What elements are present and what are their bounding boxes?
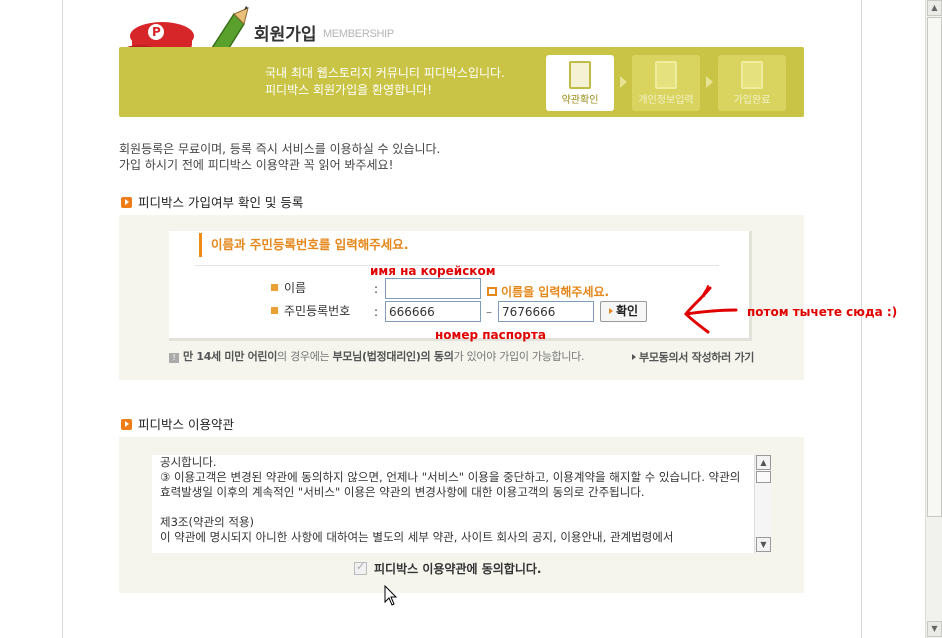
id-separator: – [486, 305, 492, 319]
notice-bold: 부모님(법정대리인)의 동의 [332, 350, 454, 363]
hint-icon [487, 287, 497, 296]
agree-terms-label: 피디박스 이용약관에 동의합니다. [374, 562, 542, 576]
name-hint: 이름을 입력해주세요. [487, 283, 609, 300]
step-label: 가입완료 [733, 95, 771, 106]
registration-section-label: 피디박스 가입여부 확인 및 등록 [138, 195, 304, 210]
page-title: 회원가입 [254, 25, 317, 44]
scroll-up-icon[interactable]: ▲ [927, 0, 942, 16]
page-subtitle: MEMBERSHIP [323, 28, 394, 40]
step-label: 약관확인 [561, 95, 599, 106]
name-label: 이름 [271, 279, 306, 296]
checkbox-icon[interactable] [354, 560, 367, 575]
page-frame-left [62, 0, 63, 638]
step-personal-info: 개인정보입력 [632, 55, 700, 111]
terms-textarea[interactable]: 공시합니다. ③ 이용고객은 변경된 약관에 동의하지 않으면, 언제나 "서비… [152, 455, 771, 553]
edit-document-icon [655, 61, 677, 89]
age-notice: ! 만 14세 미만 어린이의 경우에는 부모님(법정대리인)의 동의가 있어야 … [169, 348, 585, 364]
id-number-part2-input[interactable] [498, 301, 594, 322]
confirm-button-label: 확인 [615, 304, 639, 318]
terms-paragraph: 이 약관에 명시되지 아니한 사항에 대하여는 별도의 세부 약관, 사이트 회… [160, 530, 674, 544]
id-number-label: 주민등록번호 [271, 302, 350, 319]
notice-suffix: 가 있어야 가입이 가능합니다. [453, 350, 585, 363]
scrollbar-thumb[interactable] [927, 17, 942, 517]
parent-consent-link-label: 부모동의서 작성하러 가기 [639, 351, 755, 364]
confirm-button[interactable]: 확인 [600, 301, 647, 322]
registration-section-title: 피디박스 가입여부 확인 및 등록 [121, 192, 303, 211]
id-number-part1-input[interactable] [385, 301, 481, 322]
terms-section-label: 피디박스 이용약관 [138, 417, 234, 432]
step-complete: 가입완료 [718, 55, 786, 111]
browser-scrollbar[interactable]: ▲ ▼ [925, 0, 942, 638]
arrow-right-icon [608, 308, 613, 314]
id-colon: : [374, 305, 379, 319]
annotation-name-note: имя на корейском [370, 264, 496, 278]
document-icon [569, 61, 591, 89]
terms-paragraph [160, 500, 742, 515]
banner-line-2: 피디박스 회원가입을 환영합니다! [265, 83, 433, 97]
form-heading: 이름과 주민등록번호를 입력해주세요. [199, 233, 408, 257]
bullet-icon [271, 284, 278, 291]
info-icon: ! [169, 353, 179, 363]
parent-consent-link[interactable]: 부모동의서 작성하러 가기 [632, 349, 754, 365]
mascot-cap-letter: P [152, 25, 161, 39]
intro-text: 회원등록은 무료이며, 등록 즉시 서비스를 이용하실 수 있습니다. 가입 하… [119, 141, 440, 173]
banner-text: 국내 최대 웹스토리지 커뮤니티 피디박스입니다. 피디박스 회원가입을 환영합… [265, 65, 505, 99]
name-hint-text: 이름을 입력해주세요. [501, 285, 610, 299]
intro-line-1: 회원등록은 무료이며, 등록 즉시 서비스를 이용하실 수 있습니다. [119, 142, 441, 156]
terms-paragraph: ③ 이용고객은 변경된 약관에 동의하지 않으면, 언제나 "서비스" 이용을 … [160, 470, 741, 499]
name-input[interactable] [385, 278, 481, 299]
agree-terms-checkbox[interactable]: 피디박스 이용약관에 동의합니다. [354, 560, 541, 577]
key-document-icon [741, 61, 763, 89]
bullet-icon [271, 307, 278, 314]
step-terms: 약관확인 [546, 55, 614, 111]
step-arrow-icon [706, 76, 713, 88]
scroll-down-icon[interactable]: ▼ [927, 621, 942, 637]
step-arrow-icon [620, 76, 627, 88]
hand-drawn-arrow-icon [684, 285, 738, 334]
intro-line-2: 가입 하시기 전에 피디박스 이용약관 꼭 읽어 봐주세요! [119, 158, 394, 172]
annotation-click-note: потом тычете сюда :) [747, 305, 898, 319]
page-frame-right [861, 0, 862, 638]
section-arrow-icon [121, 419, 132, 430]
name-label-text: 이름 [284, 281, 307, 295]
annotation-passport-note: номер паспорта [435, 328, 546, 342]
terms-scrollbar[interactable]: ▲ ▼ [754, 455, 771, 553]
scroll-up-icon[interactable]: ▲ [756, 455, 771, 470]
step-label: 개인정보입력 [638, 95, 694, 106]
terms-section-title: 피디박스 이용약관 [121, 414, 234, 433]
section-arrow-icon [121, 197, 132, 208]
banner-line-1: 국내 최대 웹스토리지 커뮤니티 피디박스입니다. [265, 66, 505, 80]
id-number-label-text: 주민등록번호 [284, 304, 351, 318]
notice-mid: 의 경우에는 [277, 350, 333, 363]
name-colon: : [374, 282, 379, 296]
arrow-right-icon [632, 354, 636, 360]
scroll-down-icon[interactable]: ▼ [756, 537, 771, 552]
terms-paragraph: 제3조(약관의 적용) [160, 515, 255, 529]
scrollbar-thumb[interactable] [756, 471, 771, 483]
mouse-cursor-icon [384, 585, 398, 606]
notice-prefix: 만 14세 미만 어린이 [183, 350, 278, 363]
terms-content: 공시합니다. ③ 이용고객은 변경된 약관에 동의하지 않으면, 언제나 "서비… [160, 455, 742, 545]
terms-paragraph: 공시합니다. [160, 455, 217, 469]
